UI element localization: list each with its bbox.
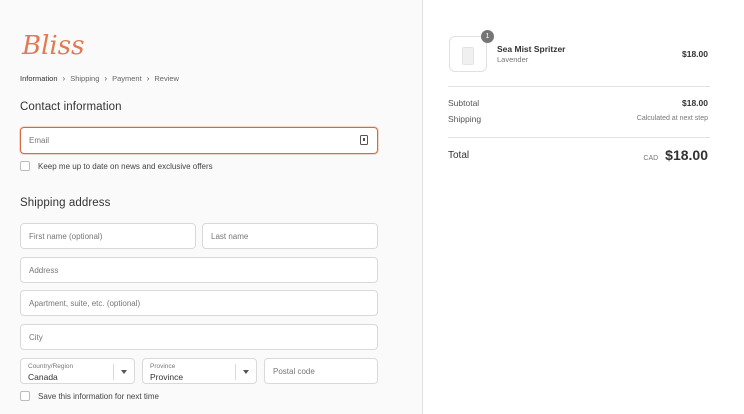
email-field[interactable] [21, 128, 377, 153]
chevron-right-icon: › [146, 74, 150, 83]
country-select-label: Country/Region [28, 363, 74, 370]
breadcrumb-shipping: Shipping [70, 74, 100, 83]
province-select-label: Province [150, 363, 176, 370]
breadcrumb: Information › Shipping › Payment › Revie… [20, 74, 179, 83]
first-name-wrapper [20, 223, 196, 249]
contact-section-title: Contact information [20, 101, 122, 113]
newsletter-label: Keep me up to date on news and exclusive… [38, 161, 213, 171]
apartment-wrapper [20, 290, 378, 316]
subtotal-label: Subtotal [448, 98, 480, 108]
select-divider [235, 364, 236, 380]
save-info-checkbox[interactable] [20, 391, 30, 401]
summary-divider [448, 137, 710, 138]
product-price: $18.00 [682, 49, 708, 59]
chevron-down-icon [121, 370, 127, 374]
total-value: $18.00 [665, 147, 708, 163]
address-field[interactable] [21, 258, 377, 282]
chevron-down-icon [243, 370, 249, 374]
save-info-label: Save this information for next time [38, 391, 159, 401]
total-label: Total [448, 150, 470, 161]
quantity-badge: 1 [481, 30, 494, 43]
summary-divider [448, 86, 710, 87]
city-field[interactable] [21, 325, 377, 349]
product-thumbnail [449, 36, 487, 72]
svg-text:Bliss: Bliss [21, 31, 84, 61]
last-name-wrapper [202, 223, 378, 249]
first-name-field[interactable] [21, 224, 195, 248]
bliss-logo[interactable]: Bliss [20, 24, 100, 66]
last-name-field[interactable] [203, 224, 377, 248]
chevron-right-icon: › [62, 74, 66, 83]
country-select[interactable]: Country/Region Canada [20, 358, 135, 384]
order-summary-panel: 1 Sea Mist Spritzer Lavender $18.00 Subt… [422, 0, 744, 414]
postal-code-wrapper [264, 358, 378, 384]
newsletter-checkbox[interactable] [20, 161, 30, 171]
total-amount: CAD $18.00 [643, 147, 708, 163]
newsletter-row: Keep me up to date on news and exclusive… [20, 161, 213, 171]
city-wrapper [20, 324, 378, 350]
breadcrumb-payment: Payment [112, 74, 142, 83]
shipping-value: Calculated at next step [636, 115, 708, 122]
province-select[interactable]: Province Province [142, 358, 257, 384]
breadcrumb-review: Review [154, 74, 179, 83]
apartment-field[interactable] [21, 291, 377, 315]
select-divider [113, 364, 114, 380]
currency-code: CAD [643, 155, 659, 162]
chevron-right-icon: › [104, 74, 108, 83]
email-field-wrapper [20, 127, 378, 154]
product-variant: Lavender [497, 55, 529, 64]
subtotal-value: $18.00 [682, 98, 708, 108]
checkout-main-panel: Bliss Information › Shipping › Payment ›… [0, 0, 422, 414]
postal-code-field[interactable] [265, 359, 377, 383]
product-name: Sea Mist Spritzer [497, 44, 566, 54]
province-select-value: Province [150, 372, 184, 382]
shipping-label: Shipping [448, 114, 482, 124]
country-select-value: Canada [28, 372, 58, 382]
contact-card-icon [360, 135, 368, 145]
breadcrumb-information[interactable]: Information [20, 74, 58, 83]
shipping-section-title: Shipping address [20, 197, 111, 209]
address-wrapper [20, 257, 378, 283]
save-info-row: Save this information for next time [20, 391, 159, 401]
product-image [462, 47, 474, 65]
